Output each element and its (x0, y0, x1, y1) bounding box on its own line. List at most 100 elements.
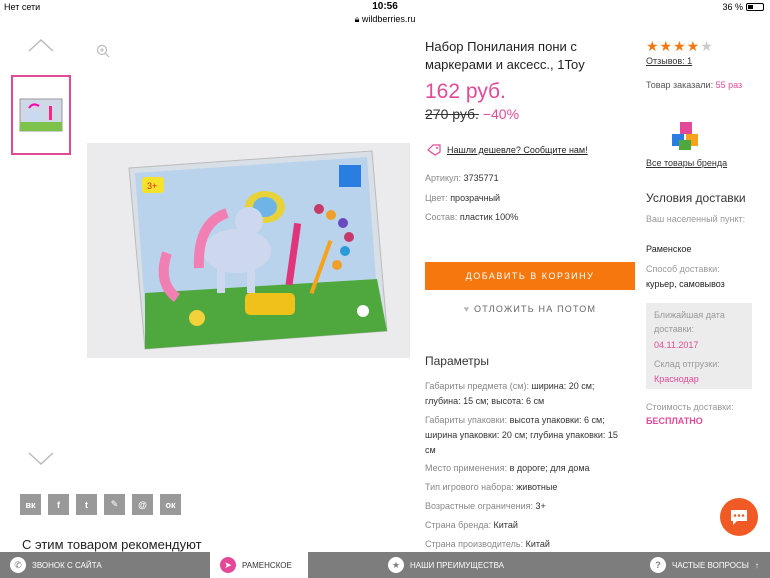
thumbnail-image (19, 98, 63, 132)
gallery-down-arrow-icon[interactable] (28, 452, 54, 466)
benefits-label: НАШИ ПРЕИМУЩЕСТВА (410, 560, 504, 570)
delivery-method-value: курьер, самовывоз (646, 279, 725, 289)
star-badge-icon: ★ (388, 557, 404, 573)
article-label: Артикул: (425, 173, 462, 183)
pony-set-image: 3+ (87, 143, 410, 358)
param-item: Страна бренда: Китай (425, 518, 630, 533)
article-row: Артикул: 3735771 (425, 173, 499, 183)
param-value: в дороге; для дома (509, 463, 590, 473)
param-label: Место применения: (425, 463, 508, 473)
param-item: Габариты упаковки: высота упаковки: 6 см… (425, 413, 630, 458)
recommend-heading: С этим товаром рекомендуют (22, 537, 202, 552)
vk-share-button[interactable]: вк (20, 494, 41, 515)
heart-icon: ♥ (463, 304, 475, 314)
composition-row: Состав: пластик 100% (425, 212, 518, 222)
delivery-date-value: 04.11.2017 (654, 340, 699, 350)
warehouse-label: Склад отгрузки: (654, 359, 720, 369)
brand-products-link[interactable]: Все товары бренда (646, 158, 727, 168)
param-item: Тип игрового набора: животные (425, 480, 630, 495)
param-item: Страна производитель: Китай (425, 537, 630, 552)
callback-label: ЗВОНОК С САЙТА (32, 560, 102, 570)
location-label: РАМЕНСКОЕ (242, 560, 292, 570)
facebook-share-button[interactable]: f (48, 494, 69, 515)
chat-bubble-icon (731, 510, 747, 525)
location-arrow-icon: ➤ (220, 557, 236, 573)
param-label: Страна производитель: (425, 539, 524, 549)
phone-icon: ✆ (10, 557, 26, 573)
url-text: wildberries.ru (361, 14, 416, 24)
old-price: 270 руб. (425, 106, 479, 122)
gallery-up-arrow-icon[interactable] (28, 38, 54, 52)
params-heading: Параметры (425, 354, 489, 368)
composition-value: пластик 100% (459, 212, 519, 222)
battery-percent: 36 % (722, 2, 743, 12)
param-value: Китай (493, 520, 518, 530)
social-share-buttons: вк f t ✎ @ ок (20, 494, 181, 515)
param-item: Габариты предмета (см): ширина: 20 см; г… (425, 379, 630, 409)
warehouse-value: Краснодар (654, 374, 699, 384)
lock-icon: 🔒︎ (354, 14, 362, 24)
found-cheaper-link[interactable]: Нашли дешевле? Сообщите нам! (427, 144, 588, 156)
location-button[interactable]: ➤ РАМЕНСКОЕ (210, 552, 308, 578)
star-empty-icon: ★ (700, 38, 714, 54)
star-icon: ★★★★ (646, 38, 701, 54)
ordered-value: 55 раз (715, 80, 743, 90)
save-for-later-label: ОТЛОЖИТЬ НА ПОТОМ (474, 304, 597, 314)
save-for-later-button[interactable]: ♥ ОТЛОЖИТЬ НА ПОТОМ (425, 304, 635, 314)
color-row: Цвет: прозрачный (425, 193, 500, 203)
url-bar[interactable]: 🔒︎ wildberries.ru (0, 14, 770, 25)
callback-button[interactable]: ✆ ЗВОНОК С САЙТА (10, 552, 102, 578)
bottom-bar: ✆ ЗВОНОК С САЙТА ➤ РАМЕНСКОЕ ★ НАШИ ПРЕИМУЩ… (0, 552, 770, 578)
param-value: животные (516, 482, 558, 492)
twitter-share-button[interactable]: t (76, 494, 97, 515)
param-label: Габариты упаковки: (425, 415, 508, 425)
param-value: 3+ (535, 501, 546, 511)
param-item: Возрастные ограничения: 3+ (425, 499, 630, 514)
battery-status: 36 % (722, 2, 764, 12)
param-label: Тип игрового набора: (425, 482, 514, 492)
add-to-cart-button[interactable]: ДОБАВИТЬ В КОРЗИНУ (425, 262, 635, 290)
param-label: Габариты предмета (см): (425, 381, 529, 391)
zoom-icon[interactable] (96, 44, 110, 58)
question-icon: ? (650, 557, 666, 573)
param-label: Возрастные ограничения: (425, 501, 533, 511)
rating-stars[interactable]: ★★★★★ (646, 38, 714, 55)
livejournal-share-button[interactable]: ✎ (104, 494, 125, 515)
param-value: Китай (525, 539, 550, 549)
arrow-up-icon: ↑ (754, 560, 759, 570)
delivery-heading: Условия доставки (646, 191, 746, 205)
color-label: Цвет: (425, 193, 448, 203)
composition-label: Состав: (425, 212, 458, 222)
product-title: Набор Понилания пони с маркерами и аксес… (425, 39, 585, 72)
brand-logo-icon[interactable] (670, 120, 702, 152)
product-thumbnail[interactable] (11, 75, 71, 155)
reviews-link[interactable]: Отзывов: 1 (646, 56, 692, 66)
delivery-cost-label: Стоимость доставки: (646, 402, 734, 412)
city-label: Ваш населенный пункт: (646, 214, 746, 224)
delivery-method-label: Способ доставки: (646, 264, 720, 274)
faq-button[interactable]: ? ЧАСТЫЕ ВОПРОСЫ ↑ (650, 552, 759, 578)
param-item: Место применения: в дороге; для дома (425, 461, 630, 476)
svg-text:3+: 3+ (147, 181, 157, 191)
battery-icon (746, 3, 764, 11)
status-bar: Нет сети 10:56 36 % (0, 0, 770, 14)
ordered-count: Товар заказали: 55 раз (646, 80, 742, 90)
odnoklassniki-share-button[interactable]: ок (160, 494, 181, 515)
ordered-label: Товар заказали: (646, 80, 714, 90)
delivery-date-label: Ближайшая дата доставки: (654, 310, 725, 334)
clock: 10:56 (372, 1, 398, 12)
discount-badge: −40% (482, 106, 520, 122)
product-price: 162 руб. (425, 80, 506, 103)
chat-button[interactable] (720, 498, 758, 536)
city-value[interactable]: Раменское (646, 244, 691, 254)
param-label: Страна бренда: (425, 520, 492, 530)
old-price-row: 270 руб. −40% (425, 106, 519, 122)
color-value: прозрачный (450, 193, 501, 203)
benefits-button[interactable]: ★ НАШИ ПРЕИМУЩЕСТВА (388, 552, 504, 578)
article-value: 3735771 (463, 173, 499, 183)
product-main-image[interactable]: 3+ (87, 143, 410, 358)
tag-icon (427, 144, 441, 156)
found-cheaper-text: Нашли дешевле? Сообщите нам! (447, 145, 588, 155)
delivery-cost-value: БЕСПЛАТНО (646, 416, 703, 426)
mail-share-button[interactable]: @ (132, 494, 153, 515)
